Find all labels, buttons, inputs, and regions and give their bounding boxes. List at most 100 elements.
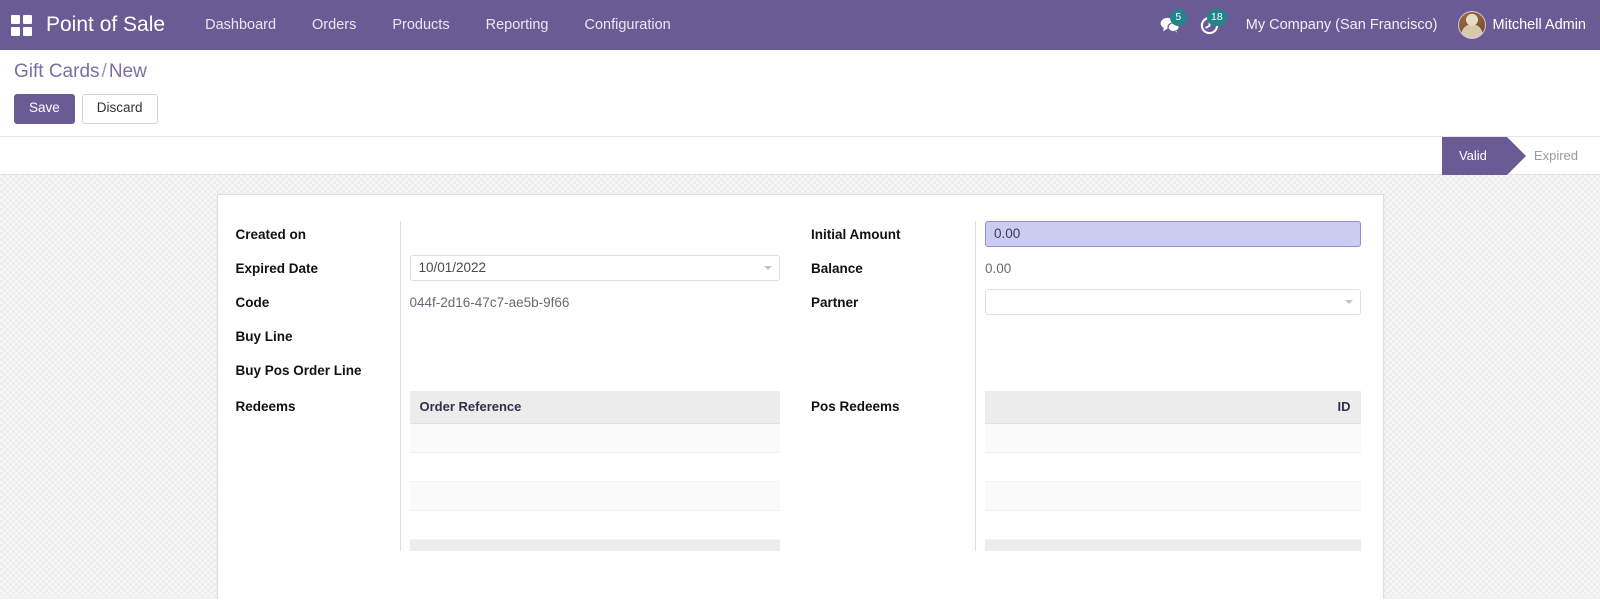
pos-redeems-table-head: ID [985,390,1361,424]
table-cell [985,481,1361,511]
status-valid[interactable]: Valid [1441,136,1526,175]
value-spacer-b [975,356,1361,391]
label-created-on: Created on [235,226,307,242]
user-avatar [1457,11,1486,39]
field-row-balance: Balance 0.00 [811,254,1361,289]
breadcrumb: Gift Cards / New [14,61,1586,83]
value-initial-amount [975,220,1361,255]
table-cell [409,423,780,453]
value-expired-date [399,254,780,289]
label-expired-date: Expired Date [235,260,319,276]
table-cell [985,423,1361,453]
form-sheet: Created on Expired Date Code 044f-2d16-4 [216,193,1384,599]
main-menu: Dashboard Orders Products Reporting Conf… [187,0,689,50]
pos-redeems-table: ID [985,390,1361,552]
redeems-column-order-reference[interactable]: Order Reference [409,390,780,424]
company-switcher[interactable]: My Company (San Francisco) [1230,17,1454,33]
pos-redeems-header-row: ID [985,390,1361,424]
app-brand-title[interactable]: Point of Sale [46,13,165,37]
activity-clock-icon[interactable]: 18 [1190,0,1230,50]
table-row[interactable] [409,423,780,453]
label-balance: Balance [811,260,863,276]
redeems-table-foot [409,539,780,552]
table-row[interactable] [985,423,1361,453]
value-buy-pos-order-line[interactable] [399,356,781,391]
balance-value: 0.00 [985,260,1012,276]
pos-redeems-table-body [985,423,1361,540]
table-row[interactable] [409,481,780,511]
status-expired[interactable]: Expired [1517,137,1600,175]
label-redeems: Redeems [235,398,296,414]
field-row-code: Code 044f-2d16-47c7-ae5b-9f66 [235,288,781,323]
table-row[interactable] [985,510,1361,540]
breadcrumb-root[interactable]: Gift Cards [14,61,100,82]
table-cell [985,452,1361,482]
initial-amount-input-wrap [985,220,1361,247]
apps-grid-icon[interactable] [6,10,36,40]
field-row-partner: Partner [811,288,1361,323]
label-partner: Partner [811,294,859,310]
table-row[interactable] [985,452,1361,482]
label-spacer-b [811,357,975,363]
initial-amount-input[interactable] [985,220,1361,247]
table-cell [409,452,780,482]
menu-item-configuration[interactable]: Configuration [566,0,688,50]
label-code: Code [235,294,270,310]
field-row-spacer-a [811,322,1361,357]
pos-redeems-footer-cell [985,539,1361,552]
apps-grid-square [22,14,32,24]
redeems-table: Order Reference [409,390,780,552]
breadcrumb-separator: / [101,61,107,82]
menu-item-products[interactable]: Products [374,0,467,50]
code-value: 044f-2d16-47c7-ae5b-9f66 [409,294,570,310]
field-row-pos-redeems: Pos Redeems ID [811,390,1361,552]
value-buy-line[interactable] [399,322,781,357]
discard-button[interactable]: Discard [81,94,158,124]
apps-grid-square [10,26,20,36]
table-row[interactable] [409,510,780,540]
table-cell [409,510,780,540]
value-pos-redeems: ID [975,390,1361,552]
redeems-footer-cell [409,539,780,552]
form-action-buttons: Save Discard [14,94,1586,124]
expired-date-input[interactable] [409,254,780,281]
top-navbar: Point of Sale Dashboard Orders Products … [0,0,1600,50]
form-column-left: Created on Expired Date Code 044f-2d16-4 [235,220,799,599]
redeems-header-row: Order Reference [409,390,780,424]
label-initial-amount: Initial Amount [811,226,901,242]
save-button[interactable]: Save [14,94,75,124]
field-row-buy-pos-order-line: Buy Pos Order Line [235,356,781,391]
menu-item-orders[interactable]: Orders [294,0,374,50]
user-menu[interactable]: Mitchell Admin [1454,11,1586,39]
table-row[interactable] [985,481,1361,511]
pos-redeems-footer-row [985,539,1361,552]
field-row-buy-line: Buy Line [235,322,781,357]
messages-icon[interactable]: 5 [1150,0,1190,50]
menu-item-reporting[interactable]: Reporting [468,0,567,50]
partner-input[interactable] [985,288,1361,315]
table-cell [409,481,780,511]
pos-redeems-column-id[interactable]: ID [985,390,1361,424]
partner-input-wrap [985,288,1361,315]
apps-grid-square [10,14,20,24]
field-row-redeems: Redeems Order Reference [235,390,780,552]
value-code: 044f-2d16-47c7-ae5b-9f66 [399,288,781,323]
value-created-on [399,220,781,255]
value-redeems: Order Reference [399,390,780,552]
pos-redeems-table-foot [985,539,1361,552]
redeems-footer-row [409,539,780,552]
label-buy-pos-order-line: Buy Pos Order Line [235,362,362,378]
statusbar: Valid Expired [1441,136,1600,175]
value-partner [975,288,1361,323]
table-row[interactable] [409,452,780,482]
label-buy-line: Buy Line [235,328,293,344]
label-pos-redeems: Pos Redeems [811,398,900,414]
value-balance: 0.00 [975,254,1361,289]
user-name-label: Mitchell Admin [1492,17,1586,33]
messages-count-badge: 5 [1169,9,1187,26]
label-spacer-a [811,323,975,329]
field-row-initial-amount: Initial Amount [811,220,1361,255]
apps-grid-square [22,26,32,36]
menu-item-dashboard[interactable]: Dashboard [187,0,294,50]
navbar-right-tools: 5 18 My Company (San Francisco) Mitchell… [1150,0,1586,50]
